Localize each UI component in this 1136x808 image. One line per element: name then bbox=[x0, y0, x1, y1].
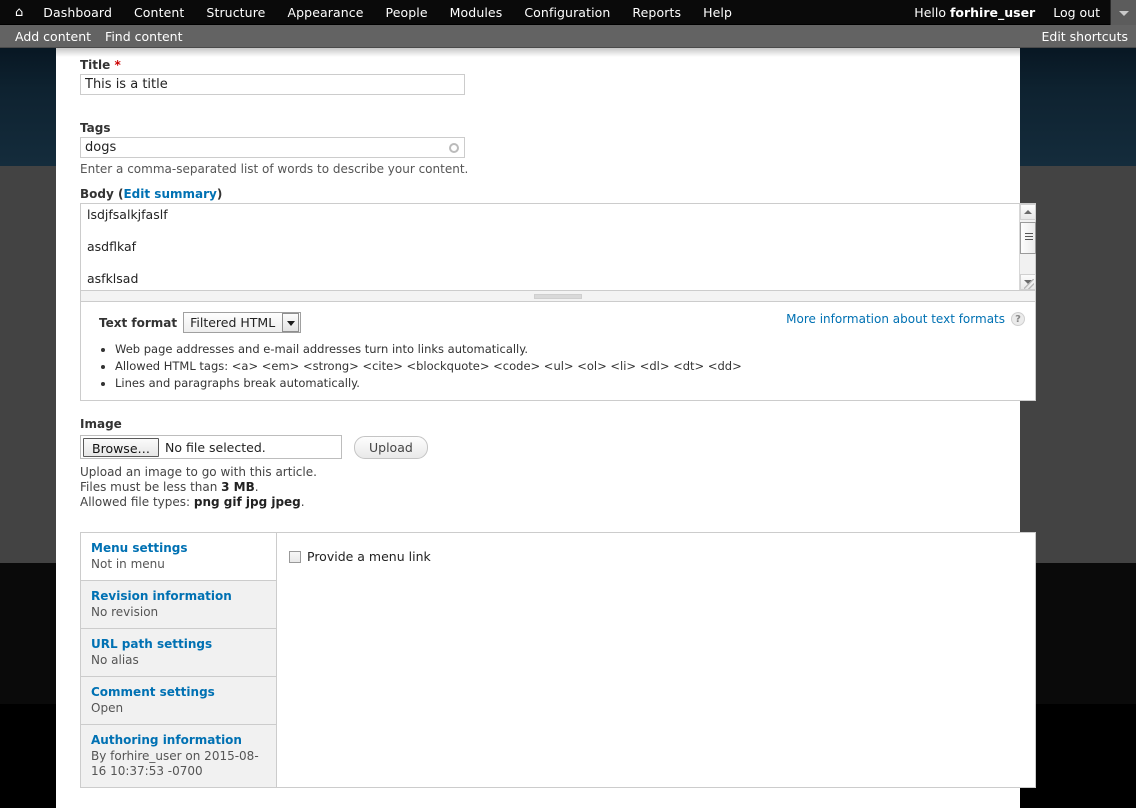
file-input-control[interactable]: Browse… No file selected. bbox=[80, 435, 342, 459]
text-format-tips: Web page addresses and e-mail addresses … bbox=[99, 341, 1025, 392]
toolbar-item-content[interactable]: Content bbox=[123, 0, 195, 25]
text-format-wrapper: Text format Filtered HTML Web page addre… bbox=[80, 302, 1036, 401]
toolbar-main-bar: ⌂ Dashboard Content Structure Appearance… bbox=[0, 0, 1136, 25]
text-format-selected-value: Filtered HTML bbox=[190, 315, 282, 330]
image-desc-line-2: Files must be less than 3 MB. bbox=[80, 480, 998, 495]
tab-summary: Open bbox=[91, 701, 266, 716]
edit-shortcuts-link[interactable]: Edit shortcuts bbox=[1041, 29, 1128, 44]
toolbar-item-appearance[interactable]: Appearance bbox=[276, 0, 374, 25]
toolbar-item-configuration[interactable]: Configuration bbox=[513, 0, 621, 25]
format-tip: Allowed HTML tags: <a> <em> <strong> <ci… bbox=[115, 358, 1025, 375]
vertical-tab-pane-menu-settings: Provide a menu link bbox=[277, 533, 1035, 787]
tab-title: URL path settings bbox=[91, 637, 266, 652]
chevron-down-icon bbox=[282, 313, 299, 332]
body-scrollbar[interactable] bbox=[1019, 204, 1035, 290]
toolbar-collapse-button[interactable] bbox=[1110, 0, 1136, 25]
tab-title: Authoring information bbox=[91, 733, 266, 748]
tags-label: Tags bbox=[80, 95, 998, 135]
max-size-suffix: . bbox=[255, 480, 259, 494]
shortcut-edit-area: Edit shortcuts bbox=[1041, 25, 1128, 48]
body-form-item: Body (Edit summary) lsdjfsalkjfaslf asdf… bbox=[80, 177, 998, 401]
image-upload-row: Browse… No file selected. Upload bbox=[80, 435, 998, 459]
toolbar-user-area: Hello forhire_user Log out bbox=[906, 0, 1136, 25]
provide-menu-link-row: Provide a menu link bbox=[289, 549, 1023, 564]
upload-button[interactable]: Upload bbox=[354, 436, 428, 459]
text-format-select[interactable]: Filtered HTML bbox=[183, 312, 301, 333]
tags-input[interactable] bbox=[80, 137, 465, 158]
vertical-tab-menu-settings[interactable]: Menu settings Not in menu bbox=[81, 533, 276, 581]
browse-button[interactable]: Browse… bbox=[83, 438, 159, 457]
selected-file-name: No file selected. bbox=[165, 440, 266, 455]
max-size-value: 3 MB bbox=[221, 480, 255, 494]
drag-grippie-icon[interactable] bbox=[80, 291, 1036, 302]
toolbar-item-help[interactable]: Help bbox=[692, 0, 743, 25]
file-types-value: png gif jpg jpeg bbox=[194, 495, 301, 509]
format-tip: Lines and paragraphs break automatically… bbox=[115, 375, 1025, 392]
file-types-prefix: Allowed file types: bbox=[80, 495, 194, 509]
body-textarea[interactable]: lsdjfsalkjfaslf asdflkaf asfklsad fasdlk… bbox=[80, 203, 1036, 291]
vertical-tabs-list: Menu settings Not in menu Revision infor… bbox=[81, 533, 277, 787]
vertical-tab-authoring-information[interactable]: Authoring information By forhire_user on… bbox=[81, 725, 276, 787]
tags-autocomplete-wrapper bbox=[80, 137, 465, 158]
logout-link[interactable]: Log out bbox=[1043, 0, 1110, 25]
vertical-tabs: Menu settings Not in menu Revision infor… bbox=[80, 532, 1036, 788]
resize-corner-icon[interactable] bbox=[1024, 279, 1034, 289]
username: forhire_user bbox=[950, 5, 1035, 20]
question-mark-icon[interactable]: ? bbox=[1011, 312, 1025, 326]
more-info-link[interactable]: More information about text formats bbox=[786, 312, 1005, 326]
text-format-label: Text format bbox=[99, 316, 177, 330]
tab-title: Comment settings bbox=[91, 685, 266, 700]
scrollbar-thumb[interactable] bbox=[1020, 222, 1036, 254]
max-size-prefix: Files must be less than bbox=[80, 480, 221, 494]
image-label: Image bbox=[80, 417, 998, 431]
body-label-text: Body bbox=[80, 187, 114, 201]
title-form-item: Title * bbox=[80, 48, 998, 95]
shortcut-links: Add content Find content bbox=[8, 25, 190, 48]
shortcut-bar: Add content Find content Edit shortcuts bbox=[0, 25, 1136, 48]
file-types-suffix: . bbox=[301, 495, 305, 509]
shortcut-find-content[interactable]: Find content bbox=[98, 25, 189, 48]
tab-summary: No alias bbox=[91, 653, 266, 668]
title-input[interactable] bbox=[80, 74, 465, 95]
chevron-down-icon bbox=[1119, 11, 1129, 16]
tab-summary: Not in menu bbox=[91, 557, 266, 572]
toolbar-item-dashboard[interactable]: Dashboard bbox=[32, 0, 123, 25]
home-icon[interactable]: ⌂ bbox=[6, 0, 32, 25]
tags-form-item: Tags Enter a comma-separated list of wor… bbox=[80, 95, 998, 177]
body-label: Body (Edit summary) bbox=[80, 177, 998, 201]
shortcut-add-content[interactable]: Add content bbox=[8, 25, 98, 48]
title-label-text: Title bbox=[80, 58, 110, 72]
image-desc-line-3: Allowed file types: png gif jpg jpeg. bbox=[80, 495, 998, 510]
body-textarea-wrapper: lsdjfsalkjfaslf asdflkaf asfklsad fasdlk… bbox=[80, 203, 1036, 291]
tab-summary: By forhire_user on 2015-08-16 10:37:53 -… bbox=[91, 749, 266, 779]
image-form-item: Image Browse… No file selected. Upload U… bbox=[80, 401, 998, 510]
toolbar-item-structure[interactable]: Structure bbox=[195, 0, 276, 25]
edit-summary-link[interactable]: Edit summary bbox=[123, 187, 216, 201]
vertical-tab-url-path-settings[interactable]: URL path settings No alias bbox=[81, 629, 276, 677]
vertical-tab-revision-information[interactable]: Revision information No revision bbox=[81, 581, 276, 629]
toolbar-menu: ⌂ Dashboard Content Structure Appearance… bbox=[6, 0, 743, 25]
format-tip: Web page addresses and e-mail addresses … bbox=[115, 341, 1025, 358]
tab-summary: No revision bbox=[91, 605, 266, 620]
title-label: Title * bbox=[80, 48, 998, 72]
tab-title: Menu settings bbox=[91, 541, 266, 556]
image-desc-line-1: Upload an image to go with this article. bbox=[80, 465, 998, 480]
greeting-prefix: Hello bbox=[914, 5, 946, 20]
provide-menu-link-label: Provide a menu link bbox=[307, 549, 431, 564]
toolbar-item-reports[interactable]: Reports bbox=[621, 0, 692, 25]
node-edit-form: Title * Tags Enter a comma-separated lis… bbox=[56, 48, 1020, 808]
user-greeting: Hello forhire_user bbox=[906, 0, 1043, 25]
admin-toolbar: ⌂ Dashboard Content Structure Appearance… bbox=[0, 0, 1136, 48]
tags-description: Enter a comma-separated list of words to… bbox=[80, 161, 998, 177]
tab-title: Revision information bbox=[91, 589, 266, 604]
text-format-more-info: More information about text formats ? bbox=[786, 312, 1025, 326]
image-description: Upload an image to go with this article.… bbox=[80, 465, 998, 510]
toolbar-item-people[interactable]: People bbox=[375, 0, 439, 25]
scroll-up-arrow-icon[interactable] bbox=[1020, 204, 1036, 220]
provide-menu-link-checkbox[interactable] bbox=[289, 551, 301, 563]
vertical-tab-comment-settings[interactable]: Comment settings Open bbox=[81, 677, 276, 725]
required-marker: * bbox=[114, 58, 120, 72]
toolbar-item-modules[interactable]: Modules bbox=[439, 0, 514, 25]
autocomplete-throbber-icon bbox=[449, 143, 459, 153]
